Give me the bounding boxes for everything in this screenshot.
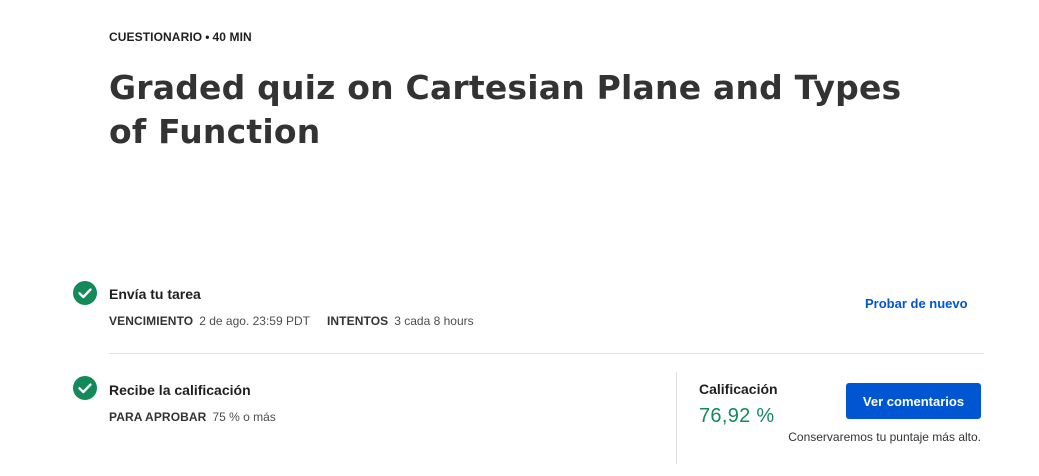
grade-step-meta: PARA APROBAR 75 % o más [109,410,293,424]
quiz-type-label: CUESTIONARIO [109,30,203,44]
quiz-meta-line: CUESTIONARIO • 40 MIN [109,30,252,44]
quiz-overview-page: CUESTIONARIO • 40 MIN Graded quiz on Carte… [0,0,1039,476]
attempts-label: INTENTOS [326,314,389,328]
pass-label: PARA APROBAR [109,410,207,424]
quiz-duration: 40 MIN [212,30,252,44]
due-value: 2 de ago. 23:59 PDT [199,314,310,328]
due-label: VENCIMIENTO [109,314,194,328]
highest-score-note: Conservaremos tu puntaje más alto. [788,430,981,444]
meta-separator: • [205,30,210,44]
section-divider [109,353,984,354]
page-title: Graded quiz on Cartesian Plane and Types… [109,68,902,151]
grade-label: Calificación [699,381,778,397]
attempts-value: 3 cada 8 hours [394,314,474,328]
grade-panel-divider [676,372,677,464]
submit-step-title: Envía tu tarea [109,286,201,302]
check-circle-icon [73,281,97,305]
pass-value: 75 % o más [212,410,276,424]
view-feedback-button[interactable]: Ver comentarios [846,383,981,419]
retry-link[interactable]: Probar de nuevo [865,296,968,311]
grade-value: 76,92 % [699,405,775,427]
check-circle-icon [73,376,97,400]
grade-step-title: Recibe la calificación [109,382,251,398]
submit-step-meta: VENCIMIENTO 2 de ago. 23:59 PDT INTENTOS 3 … [109,314,491,328]
